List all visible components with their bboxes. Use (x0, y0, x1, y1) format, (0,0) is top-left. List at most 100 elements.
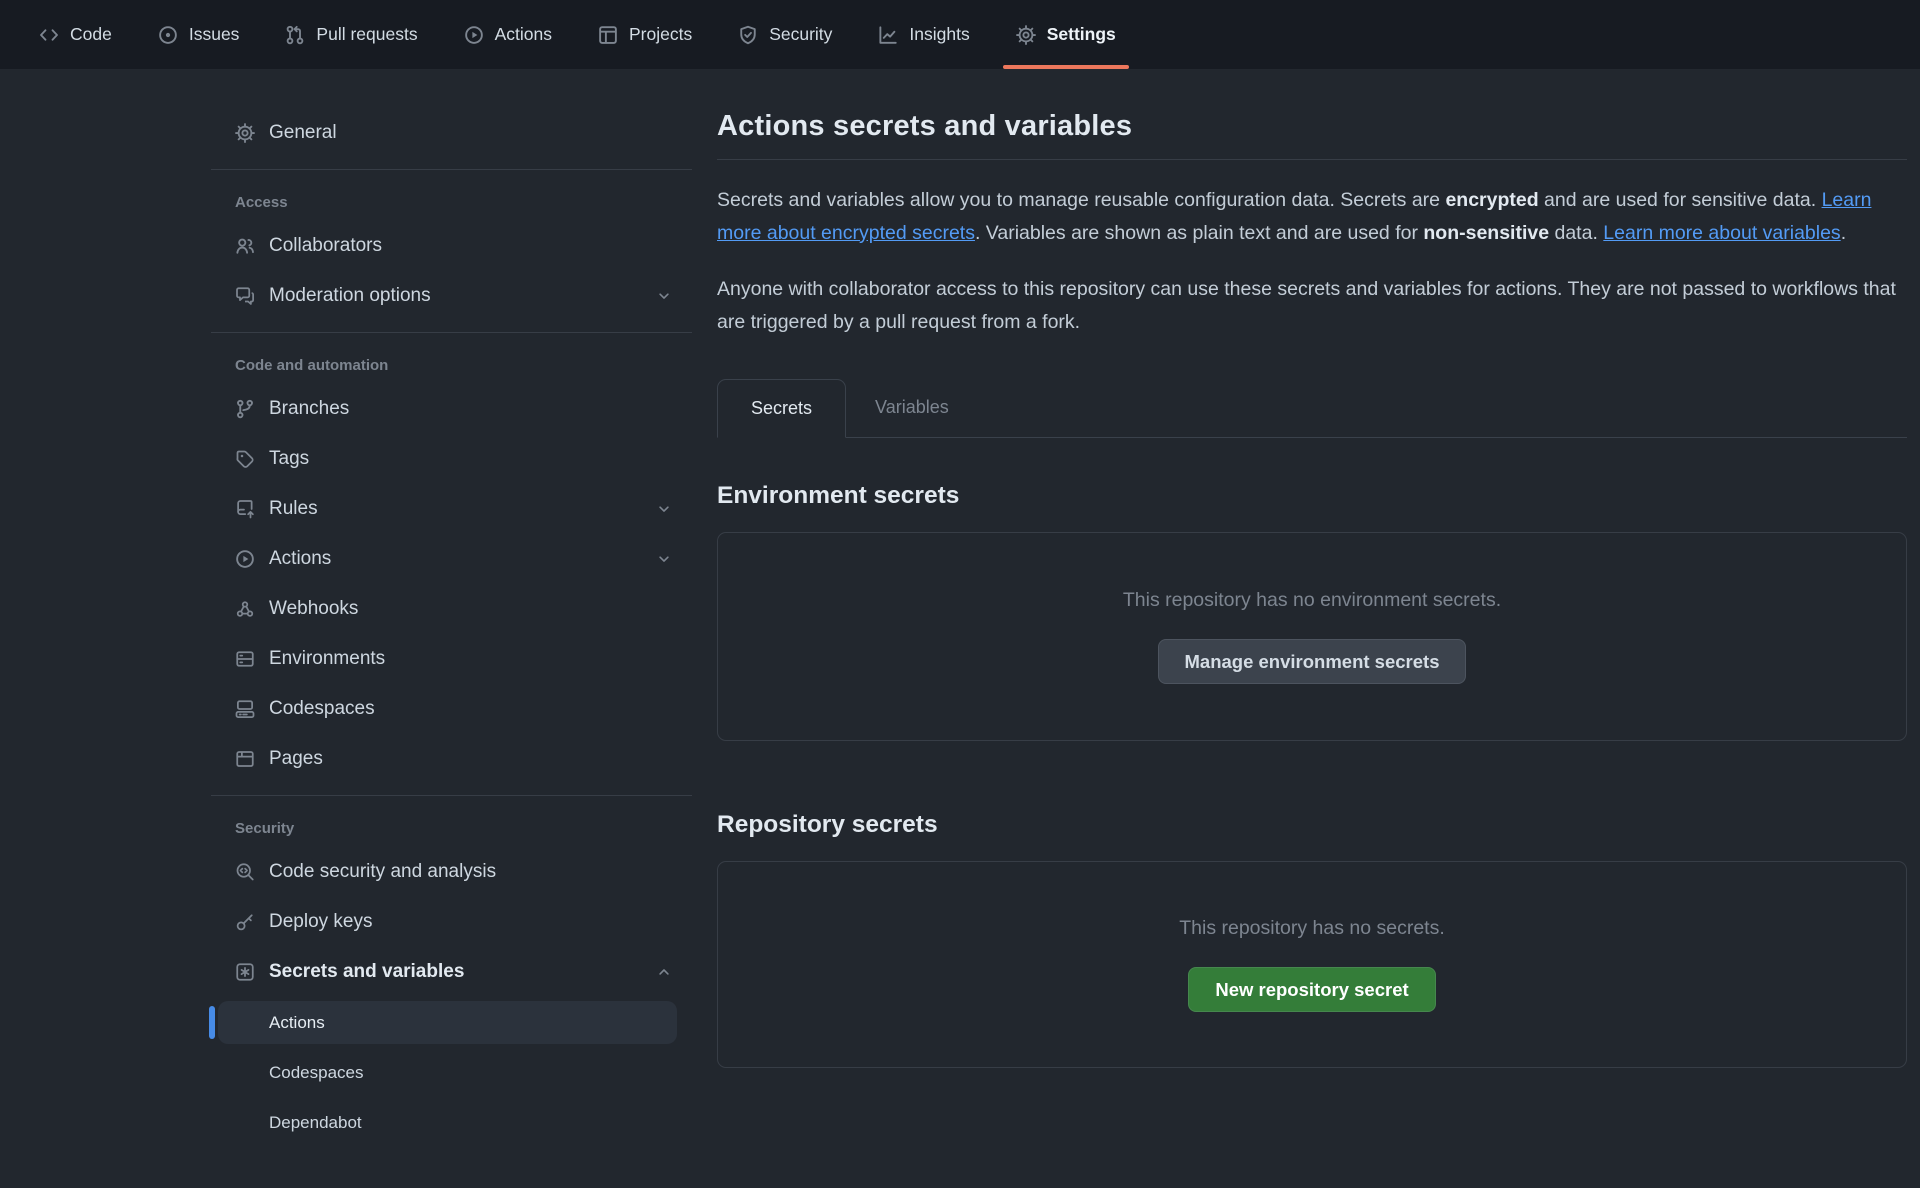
new-repository-secret-button[interactable]: New repository secret (1188, 967, 1435, 1012)
collaborator-note: Anyone with collaborator access to this … (717, 273, 1907, 338)
graph-icon (878, 25, 898, 45)
selected-indicator-bar (209, 1006, 215, 1039)
sidebar-item-label: Environments (269, 648, 385, 670)
secrets-variables-tablist: Secrets Variables (717, 378, 1907, 438)
chevron-down-icon (656, 551, 672, 567)
tab-variables[interactable]: Variables (846, 378, 978, 437)
sidebar-item-label: Deploy keys (269, 911, 373, 933)
tab-secrets[interactable]: Secrets (717, 379, 846, 438)
sidebar-item-label: Moderation options (269, 285, 431, 307)
repository-secrets-empty-box: This repository has no secrets. New repo… (717, 861, 1907, 1068)
sidebar-item-environments[interactable]: Environments (211, 638, 692, 679)
link-learn-variables[interactable]: Learn more about variables (1603, 222, 1840, 244)
nav-tab-projects[interactable]: Projects (575, 0, 715, 69)
nav-tab-label: Projects (629, 24, 692, 45)
nav-tab-label: Settings (1047, 24, 1116, 45)
sidebar-subitem-dependabot-secrets[interactable]: Dependabot (218, 1101, 677, 1144)
shield-icon (738, 25, 758, 45)
sidebar-item-label: Collaborators (269, 235, 382, 257)
sidebar-item-label: Pages (269, 748, 323, 770)
sidebar-item-label: Rules (269, 498, 318, 520)
nav-tab-label: Insights (909, 24, 969, 45)
sidebar-item-rules[interactable]: Rules (211, 488, 692, 529)
environment-secrets-heading: Environment secrets (717, 482, 1907, 510)
sidebar-subitem-label: Actions (269, 1013, 325, 1033)
key-icon (235, 912, 255, 932)
nav-tab-actions[interactable]: Actions (441, 0, 575, 69)
nav-tab-settings[interactable]: Settings (993, 0, 1139, 69)
webhook-icon (235, 599, 255, 619)
play-circle-icon (235, 549, 255, 569)
sidebar-item-tags[interactable]: Tags (211, 438, 692, 479)
people-icon (235, 236, 255, 256)
chevron-down-icon (656, 288, 672, 304)
sidebar-item-general[interactable]: General (211, 112, 692, 153)
sidebar-item-deploy-keys[interactable]: Deploy keys (211, 901, 692, 942)
intro-text: and are used for sensitive data. (1539, 189, 1822, 211)
sidebar-item-label: General (269, 122, 337, 144)
chevron-down-icon (656, 501, 672, 517)
sidebar-item-webhooks[interactable]: Webhooks (211, 588, 692, 629)
git-branch-icon (235, 399, 255, 419)
gear-icon (1016, 25, 1036, 45)
repository-secrets-heading: Repository secrets (717, 811, 1907, 839)
nav-tab-code[interactable]: Code (16, 0, 135, 69)
comment-discussion-icon (235, 286, 255, 306)
intro-text: data. (1549, 222, 1603, 244)
repo-push-icon (235, 499, 255, 519)
sidebar-item-code-security-analysis[interactable]: Code security and analysis (211, 851, 692, 892)
environment-secrets-empty-box: This repository has no environment secre… (717, 532, 1907, 741)
sidebar-item-pages[interactable]: Pages (211, 738, 692, 779)
chevron-up-icon (656, 964, 672, 980)
code-icon (39, 25, 59, 45)
sidebar-item-moderation-options[interactable]: Moderation options (211, 275, 692, 316)
issue-icon (158, 25, 178, 45)
settings-content: Actions secrets and variables Secrets an… (717, 70, 1907, 1068)
sidebar-item-label: Secrets and variables (269, 961, 464, 983)
nav-tab-issues[interactable]: Issues (135, 0, 263, 69)
sidebar-item-codespaces[interactable]: Codespaces (211, 688, 692, 729)
sidebar-subitem-codespaces-secrets[interactable]: Codespaces (218, 1051, 677, 1094)
sidebar-item-branches[interactable]: Branches (211, 388, 692, 429)
repo-tab-bar: Code Issues Pull requests Actions Projec… (0, 0, 1920, 70)
nav-tab-label: Security (769, 24, 832, 45)
play-circle-icon (464, 25, 484, 45)
intro-bold-non-sensitive: non-sensitive (1423, 222, 1549, 244)
page-title: Actions secrets and variables (717, 110, 1907, 160)
sidebar-divider (211, 332, 692, 333)
sidebar-subitem-label: Dependabot (269, 1113, 362, 1133)
sidebar-item-actions[interactable]: Actions (211, 538, 692, 579)
sidebar-item-label: Tags (269, 448, 309, 470)
intro-text: . (1841, 222, 1846, 244)
sidebar-item-secrets-and-variables[interactable]: Secrets and variables (211, 951, 692, 992)
codescan-icon (235, 862, 255, 882)
sidebar-item-label: Codespaces (269, 698, 375, 720)
intro-paragraph: Secrets and variables allow you to manag… (717, 184, 1907, 249)
sidebar-divider (211, 169, 692, 170)
asterisk-box-icon (235, 962, 255, 982)
repository-secrets-empty-text: This repository has no secrets. (1179, 917, 1445, 940)
codespaces-icon (235, 699, 255, 719)
nav-tab-insights[interactable]: Insights (855, 0, 992, 69)
nav-tab-label: Pull requests (316, 24, 417, 45)
tag-icon (235, 449, 255, 469)
manage-environment-secrets-button[interactable]: Manage environment secrets (1158, 639, 1467, 684)
sidebar-section-header-code-automation: Code and automation (235, 357, 692, 374)
nav-tab-security[interactable]: Security (715, 0, 855, 69)
sidebar-item-label: Code security and analysis (269, 861, 496, 883)
server-icon (235, 649, 255, 669)
sidebar-item-label: Webhooks (269, 598, 358, 620)
intro-text: Secrets and variables allow you to manag… (717, 189, 1445, 211)
sidebar-item-label: Actions (269, 548, 331, 570)
sidebar-subitem-actions-secrets[interactable]: Actions (218, 1001, 677, 1044)
sidebar-item-label: Branches (269, 398, 349, 420)
nav-tab-pull-requests[interactable]: Pull requests (262, 0, 440, 69)
browser-icon (235, 749, 255, 769)
intro-bold-encrypted: encrypted (1445, 189, 1538, 211)
sidebar-section-header-security: Security (235, 820, 692, 837)
sidebar-section-header-access: Access (235, 194, 692, 211)
nav-tab-label: Issues (189, 24, 240, 45)
sidebar-item-collaborators[interactable]: Collaborators (211, 225, 692, 266)
gear-icon (235, 123, 255, 143)
intro-text: . Variables are shown as plain text and … (975, 222, 1423, 244)
